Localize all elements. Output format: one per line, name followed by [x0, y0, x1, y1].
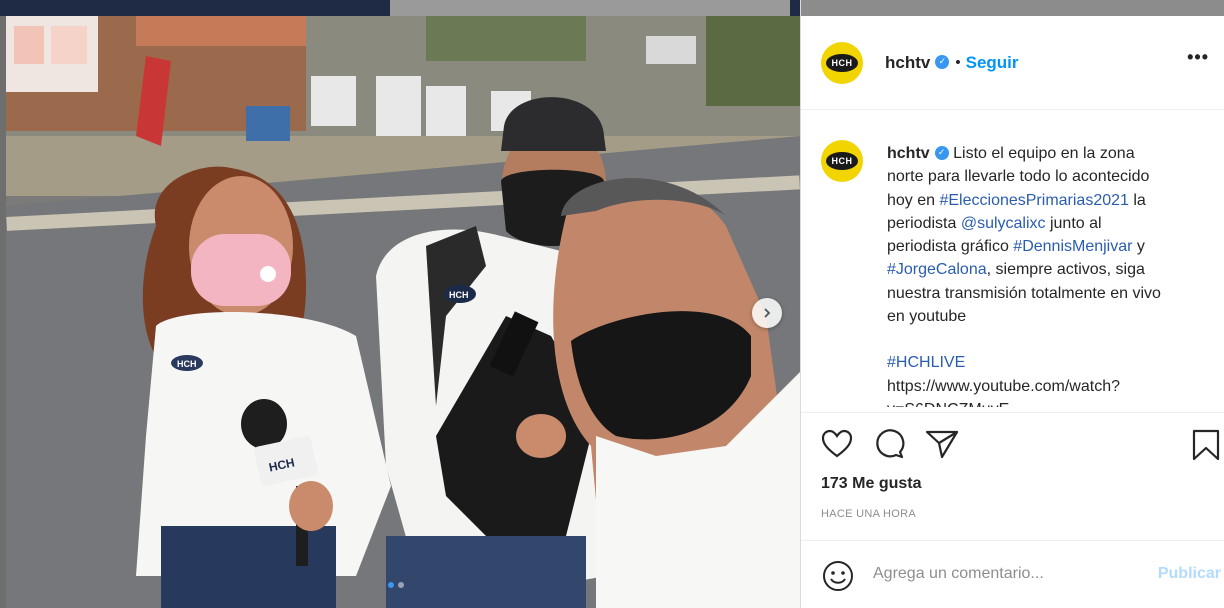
panel-top-strip [801, 0, 1224, 16]
post-actions: 173 Me gusta HACE UNA HORA [801, 412, 1224, 536]
post-photo[interactable]: HCH HCH HCH [0, 0, 800, 608]
hch-logo: HCH [826, 152, 858, 170]
comment-icon[interactable] [873, 429, 905, 464]
caption-text-segment: norte para llevarle todo lo acontecido [887, 168, 1150, 186]
caption-username[interactable]: hchtv [887, 145, 930, 162]
caption-hashtag[interactable]: @sulycalixc [961, 215, 1046, 232]
photo-top-strip-right [390, 0, 790, 16]
caption-line: nuestra transmisión totalmente en vivo [887, 282, 1207, 305]
caption-line: norte para llevarle todo lo acontecido [887, 165, 1207, 188]
caption-hashtag[interactable]: #EleccionesPrimarias2021 [939, 192, 1128, 209]
caption-hashtag-live[interactable]: #HCHLIVE [887, 351, 1207, 374]
caption-text: hchtv ✓ Listo el equipo en la zona norte … [887, 142, 1207, 407]
svg-text:HCH: HCH [177, 359, 197, 369]
carousel-dot [398, 582, 404, 588]
caption-link-cut: v=S6DNCZMuyE [887, 398, 1207, 407]
caption-text-segment: Listo el equipo en la zona [953, 145, 1135, 162]
caption-line: en youtube [887, 305, 1207, 328]
caption-text-segment: junto al [1045, 214, 1102, 232]
caption-text-segment: la [1128, 191, 1146, 209]
bookmark-icon[interactable] [1191, 429, 1221, 466]
caption-text-segment: , siempre activos, siga [986, 261, 1145, 279]
caption-line: #JorgeCalona, siempre activos, siga [887, 258, 1207, 281]
account-avatar[interactable]: HCH [821, 41, 863, 84]
pink-mask [191, 234, 291, 306]
publish-button[interactable]: Publicar [1158, 565, 1221, 583]
caption-line: hoy en #EleccionesPrimarias2021 la [887, 189, 1207, 212]
more-options-icon[interactable]: ••• [1187, 48, 1209, 66]
caption-text-segment: periodista [887, 214, 961, 232]
caption-hashtag[interactable]: #JorgeCalona [887, 261, 987, 278]
caption-line: periodista @sulycalixc junto al [887, 212, 1207, 235]
caption-text-segment: en youtube [887, 308, 967, 326]
smiley-icon[interactable] [821, 559, 855, 598]
post-header: HCH hchtv ✓ • Seguir ••• [801, 16, 1224, 110]
caption-hashtag[interactable]: #DennisMenjivar [1013, 238, 1132, 255]
caption-text-segment: y [1132, 238, 1145, 256]
street-scene: HCH HCH HCH [6, 16, 800, 608]
follow-button[interactable]: Seguir [966, 53, 1019, 73]
post-timestamp[interactable]: HACE UNA HORA [821, 508, 916, 520]
caption-text-segment: periodista gráfico [887, 238, 1014, 256]
caption-lines: norte para llevarle todo lo acontecido ho… [887, 165, 1207, 328]
likes-count[interactable]: 173 Me gusta [821, 475, 921, 493]
account-username[interactable]: hchtv [885, 53, 930, 73]
caption-line: periodista gráfico #DennisMenjivar y [887, 235, 1207, 258]
caption-link[interactable]: https://www.youtube.com/watch? [887, 375, 1207, 398]
caption-avatar[interactable]: HCH [821, 140, 863, 182]
comment-bar: Publicar [801, 540, 1224, 608]
shirt-logo: HCH [449, 290, 469, 300]
hch-logo: HCH [826, 53, 858, 72]
caption-line: Listo el equipo en la zona [953, 145, 1134, 162]
photo-top-strip [0, 0, 800, 16]
post-side-panel: HCH hchtv ✓ • Seguir ••• HCH hchtv ✓ List… [800, 0, 1224, 608]
verified-badge-icon: ✓ [935, 54, 950, 69]
post-caption: HCH hchtv ✓ Listo el equipo en la zona no… [801, 130, 1224, 410]
caption-text-segment: hoy en [887, 191, 940, 209]
carousel-dot-active [388, 582, 394, 588]
caption-text-segment: nuestra transmisión totalmente en vivo [887, 284, 1161, 302]
carousel-indicator [388, 582, 404, 588]
verified-badge-icon: ✓ [934, 145, 949, 160]
caption-first-line: hchtv ✓ Listo el equipo en la zona [887, 142, 1207, 165]
post-image[interactable]: HCH HCH HCH [6, 16, 800, 608]
header-separator: • [955, 54, 961, 71]
comment-input[interactable] [873, 561, 1133, 587]
paper-plane-icon[interactable] [925, 429, 959, 464]
chevron-right-icon [764, 308, 771, 318]
next-image-button[interactable] [752, 298, 782, 328]
heart-icon[interactable] [821, 429, 853, 464]
